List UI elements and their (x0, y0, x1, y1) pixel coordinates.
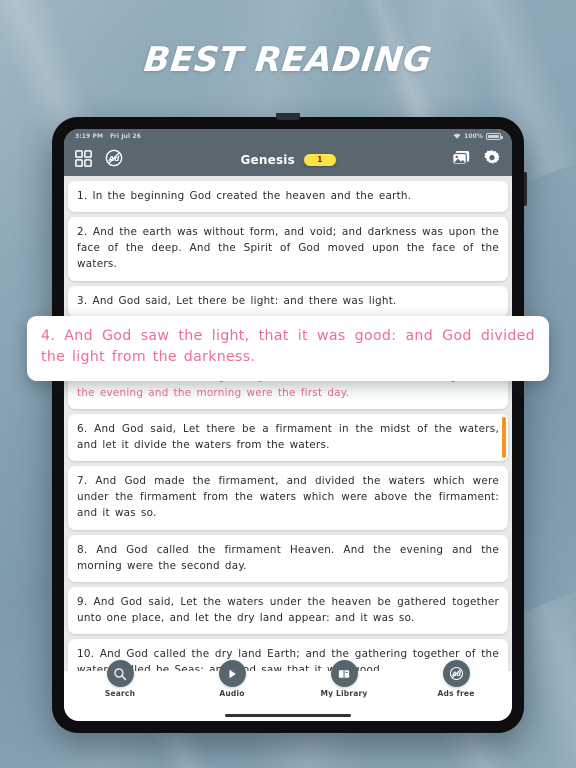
library-book-icon (330, 660, 358, 687)
verse-number: 8. (77, 543, 97, 556)
power-button (524, 172, 527, 206)
verse-number: 7. (77, 475, 96, 488)
verse-text: And God made the firmament, and divided … (77, 475, 499, 520)
tab-audio[interactable]: Audio (176, 660, 288, 698)
verse-text: And God said, Let the waters under the h… (77, 595, 499, 624)
battery-full-icon (486, 133, 503, 140)
verse-number: 3. (77, 294, 93, 307)
tab-label: My Library (320, 689, 368, 698)
grid-view-icon[interactable] (75, 149, 92, 171)
verse-text: And God called the dry land Earth; and t… (77, 648, 500, 671)
status-bar: 3:19 PM Fri Jul 26 100% (64, 129, 512, 144)
verse-card[interactable]: 3. And God said, Let there be light: and… (68, 285, 508, 317)
tab-search[interactable]: Search (64, 660, 176, 698)
gear-icon[interactable] (483, 149, 501, 171)
status-date: Fri Jul 26 (110, 133, 141, 140)
wifi-icon (453, 133, 461, 141)
verse-card[interactable]: 6. And God said, Let there be a firmamen… (68, 413, 508, 462)
verse-card[interactable]: 1. In the beginning God created the heav… (68, 181, 508, 213)
verse-text: And God said, Let there be a firmament i… (77, 422, 500, 451)
verse-card[interactable]: 8. And God called the firmament Heaven. … (68, 534, 508, 582)
verse-list[interactable]: 1. In the beginning God created the heav… (64, 176, 512, 671)
search-icon (106, 660, 134, 687)
tablet-device-frame: 3:19 PM Fri Jul 26 100% Genesis 1 1. In … (52, 113, 527, 733)
home-indicator (225, 714, 351, 717)
battery-percent-label: 100% (464, 133, 483, 140)
book-title: Genesis (240, 153, 295, 167)
camera-nub (276, 113, 300, 120)
zoomed-verse-card[interactable]: 4. And God saw the light, that it was go… (27, 316, 549, 381)
verse-number: 2. (77, 226, 93, 239)
verse-text: And God said, Let there be light: and th… (92, 294, 397, 307)
app-toolbar: Ad Genesis 1 (64, 144, 512, 176)
tab-label: Audio (219, 689, 245, 698)
tab-label: Search (104, 689, 136, 698)
verse-number: 6. (77, 422, 95, 435)
tablet-screen: 3:19 PM Fri Jul 26 100% Genesis 1 1. In … (64, 129, 512, 721)
verse-text: And the earth was without form, and void… (77, 226, 500, 271)
verse-number: 4. (41, 328, 65, 344)
verse-card[interactable]: 7. And God made the firmament, and divid… (68, 466, 508, 530)
play-icon (218, 660, 246, 687)
verse-text: And God called the firmament Heaven. And… (77, 543, 499, 572)
verse-number: 10. (77, 648, 100, 660)
verse-card[interactable]: 10. And God called the dry land Earth; a… (68, 639, 508, 671)
verse-card[interactable]: 2. And the earth was without form, and v… (68, 217, 508, 281)
tab-ads-free[interactable]: Ad Ads free (400, 660, 512, 698)
status-time: 3:19 PM (75, 133, 104, 140)
verse-number: 9. (77, 595, 94, 608)
verse-card[interactable]: 9. And God said, Let the waters under th… (68, 586, 508, 634)
chapter-badge[interactable]: 1 (303, 154, 336, 166)
photos-icon[interactable] (452, 150, 470, 170)
no-ads-icon: Ad (442, 660, 470, 687)
verse-text: In the beginning God created the heaven … (92, 190, 412, 202)
no-ads-icon[interactable]: Ad (105, 149, 123, 171)
verse-text: And God saw the light, that it was good:… (41, 328, 535, 366)
tab-my-library[interactable]: My Library (288, 660, 400, 698)
promo-headline: BEST READING (142, 40, 434, 80)
verse-number: 1. (77, 190, 93, 202)
tab-label: Ads free (437, 689, 475, 698)
bottom-tab-bar: Search Audio My Library Ad Ads free (64, 660, 512, 721)
